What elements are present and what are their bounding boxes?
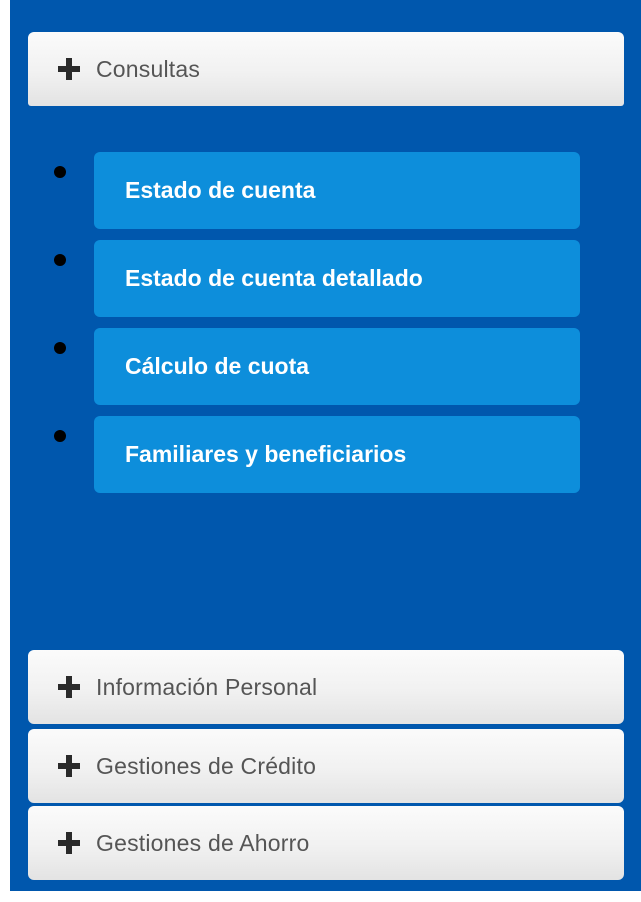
plus-icon (58, 58, 80, 80)
menu-item-label: Estado de cuenta (125, 177, 316, 203)
section-header-label: Gestiones de Ahorro (96, 829, 310, 856)
menu-item-estado-de-cuenta[interactable]: Estado de cuenta (94, 152, 580, 229)
bullet-icon (54, 166, 66, 178)
plus-icon (58, 676, 80, 698)
section-header-gestiones-de-credito[interactable]: Gestiones de Crédito (28, 729, 624, 803)
section-header-label: Consultas (96, 55, 201, 82)
section-header-label: Información Personal (96, 673, 318, 700)
plus-icon (58, 832, 80, 854)
bullet-icon (54, 254, 66, 266)
menu-item-familiares-y-beneficiarios[interactable]: Familiares y beneficiarios (94, 416, 580, 493)
section-header-gestiones-de-ahorro[interactable]: Gestiones de Ahorro (28, 806, 624, 880)
section-header-informacion-personal[interactable]: Información Personal (28, 650, 624, 724)
menu-item-estado-de-cuenta-detallado[interactable]: Estado de cuenta detallado (94, 240, 580, 317)
section-header-consultas[interactable]: Consultas (28, 32, 624, 106)
bullet-icon (54, 430, 66, 442)
menu-item-label: Cálculo de cuota (125, 353, 310, 379)
bullet-icon (54, 342, 66, 354)
menu-item-label: Familiares y beneficiarios (125, 441, 407, 467)
section-header-label: Gestiones de Crédito (96, 752, 317, 779)
menu-item-label: Estado de cuenta detallado (125, 265, 423, 291)
menu-item-calculo-de-cuota[interactable]: Cálculo de cuota (94, 328, 580, 405)
plus-icon (58, 755, 80, 777)
